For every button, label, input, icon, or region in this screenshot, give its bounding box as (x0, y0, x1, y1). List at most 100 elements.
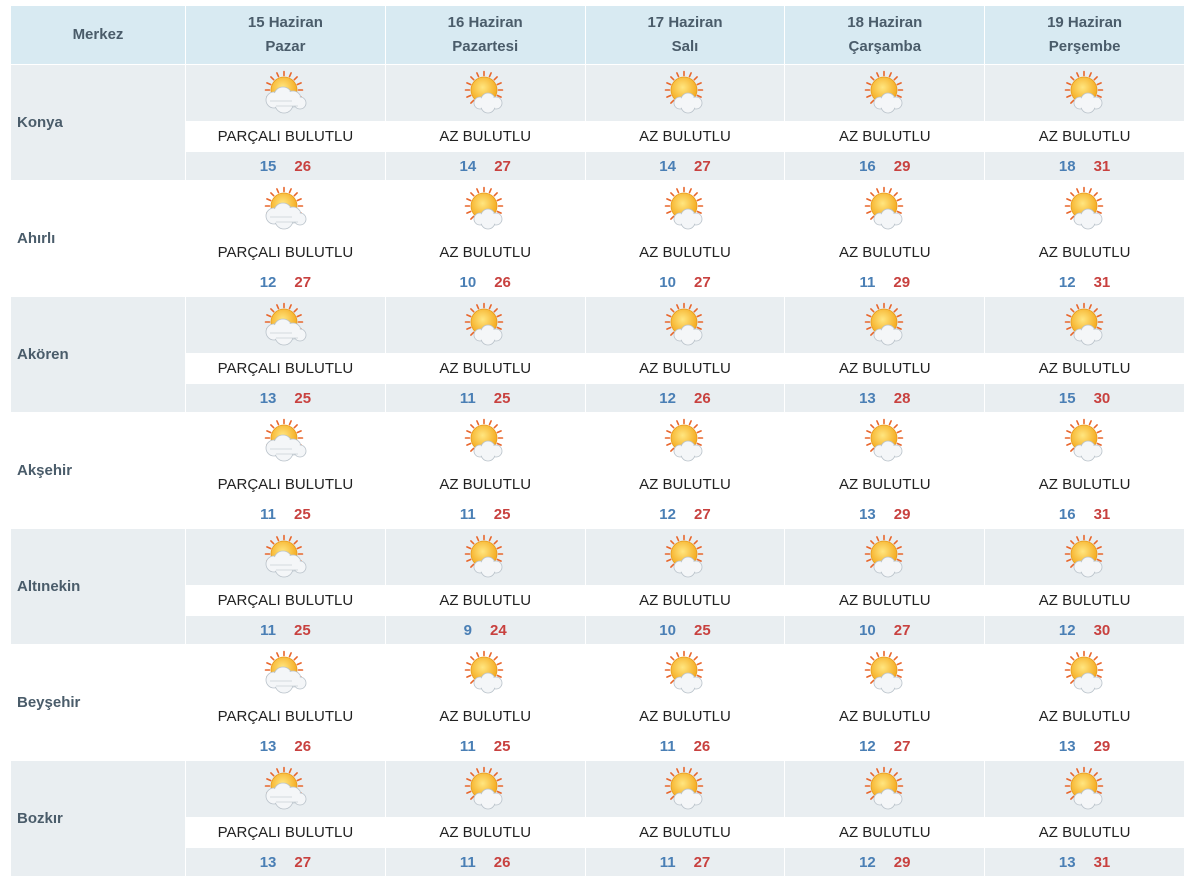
weather-icon-cell (385, 529, 585, 585)
weather-description: AZ BULUTLU (585, 238, 785, 267)
weather-icon-cell (785, 297, 985, 353)
temperature-cell: 11 26 (385, 848, 585, 876)
temperature-cell: 10 27 (585, 268, 785, 296)
mostly-sunny-icon (664, 186, 704, 230)
weather-description: AZ BULUTLU (785, 818, 985, 847)
min-temperature: 10 (659, 621, 676, 639)
min-temperature: 14 (659, 157, 676, 175)
city-icon-row: Beyşehir (11, 645, 1184, 760)
temperature-cell: 12 31 (985, 268, 1184, 296)
min-temperature: 10 (859, 621, 876, 639)
temperature-cell: 12 27 (785, 732, 985, 760)
min-temperature: 12 (859, 853, 876, 871)
day-name: Çarşamba (848, 38, 922, 55)
weather-icon-cell (585, 65, 785, 121)
city-temperature-row: 13 25 11 25 12 26 13 28 15 30 (11, 384, 1184, 412)
max-temperature: 27 (893, 737, 911, 755)
city-description-row: PARÇALI BULUTLU AZ BULUTLU AZ BULUTLU AZ BU… (11, 702, 1184, 731)
max-temperature: 29 (893, 505, 911, 523)
city-description-row: PARÇALI BULUTLU AZ BULUTLU AZ BULUTLU AZ BU… (11, 586, 1184, 615)
day-header: 17 Haziran Salı (585, 6, 785, 64)
weather-icon-cell (985, 645, 1184, 701)
weather-icon-cell (186, 761, 385, 817)
temperature-cell: 15 26 (186, 152, 385, 180)
temperature-cell: 13 27 (186, 848, 385, 876)
city-name: Konya (11, 65, 185, 180)
min-temperature: 11 (459, 389, 476, 407)
weather-description: AZ BULUTLU (385, 238, 585, 267)
weather-icon-cell (186, 181, 385, 237)
mostly-sunny-icon (664, 302, 704, 346)
day-header: 16 Haziran Pazartesi (385, 6, 585, 64)
mostly-sunny-icon (464, 534, 504, 578)
day-date: 17 Haziran (647, 14, 723, 31)
temperature-cell: 14 27 (585, 152, 785, 180)
max-temperature: 27 (693, 273, 711, 291)
min-temperature: 11 (260, 505, 276, 523)
weather-description: AZ BULUTLU (985, 586, 1184, 615)
temperature-cell: 13 31 (985, 848, 1184, 876)
partly-cloudy-icon (265, 650, 307, 694)
city-icon-row: Bozkır (11, 761, 1184, 876)
weather-description: AZ BULUTLU (985, 238, 1184, 267)
temperature-cell: 13 29 (785, 500, 985, 528)
max-temperature: 27 (893, 621, 911, 639)
weather-icon-cell (985, 761, 1184, 817)
weather-description: AZ BULUTLU (785, 586, 985, 615)
mostly-sunny-icon (664, 650, 704, 694)
mostly-sunny-icon (864, 418, 904, 462)
min-temperature: 15 (259, 157, 277, 175)
min-temperature: 11 (459, 737, 476, 755)
mostly-sunny-icon (1064, 534, 1103, 578)
max-temperature: 26 (693, 389, 711, 407)
max-temperature: 27 (494, 157, 511, 175)
min-temperature: 13 (1058, 853, 1076, 871)
max-temperature: 26 (693, 737, 711, 755)
city-icon-row: Akşehir (11, 413, 1184, 528)
max-temperature: 31 (1093, 853, 1111, 871)
temperature-cell: 11 25 (186, 500, 385, 528)
weather-icon-cell (385, 297, 585, 353)
weather-icon-cell (985, 529, 1184, 585)
mostly-sunny-icon (664, 534, 704, 578)
min-temperature: 12 (1058, 621, 1076, 639)
weather-description: AZ BULUTLU (985, 122, 1184, 151)
weather-icon-cell (785, 529, 985, 585)
temperature-cell: 14 27 (385, 152, 585, 180)
day-header: 15 Haziran Pazar (186, 6, 385, 64)
temperature-cell: 16 31 (985, 500, 1184, 528)
weather-icon-cell (985, 65, 1184, 121)
center-column-header: Merkez (11, 6, 185, 64)
weather-icon-cell (585, 297, 785, 353)
min-temperature: 11 (459, 853, 476, 871)
weather-description: AZ BULUTLU (385, 818, 585, 847)
city-icon-row: Altınekin (11, 529, 1184, 644)
temperature-cell: 12 26 (585, 384, 785, 412)
weather-icon-cell (585, 529, 785, 585)
temperature-cell: 16 29 (785, 152, 985, 180)
weather-icon-cell (385, 65, 585, 121)
city-temperature-row: 11 25 9 24 10 25 10 27 12 30 (11, 616, 1184, 644)
day-name: Pazartesi (452, 38, 519, 55)
max-temperature: 25 (493, 389, 511, 407)
weather-description: AZ BULUTLU (585, 354, 785, 383)
weather-icon-cell (785, 413, 985, 469)
temperature-cell: 11 27 (585, 848, 785, 876)
max-temperature: 29 (1093, 737, 1111, 755)
weather-description: AZ BULUTLU (785, 470, 985, 499)
max-temperature: 27 (693, 505, 711, 523)
partly-cloudy-icon (265, 766, 307, 810)
temperature-cell: 10 27 (785, 616, 985, 644)
weather-description: AZ BULUTLU (585, 702, 785, 731)
city-name: Akşehir (11, 413, 185, 528)
max-temperature: 31 (1093, 505, 1111, 523)
max-temperature: 27 (693, 853, 711, 871)
partly-cloudy-icon (265, 70, 307, 114)
mostly-sunny-icon (464, 186, 504, 230)
weather-icon-cell (585, 761, 785, 817)
partly-cloudy-icon (265, 302, 307, 346)
weather-description: AZ BULUTLU (585, 122, 785, 151)
mostly-sunny-icon (464, 418, 504, 462)
mostly-sunny-icon (864, 302, 904, 346)
mostly-sunny-icon (664, 418, 704, 462)
